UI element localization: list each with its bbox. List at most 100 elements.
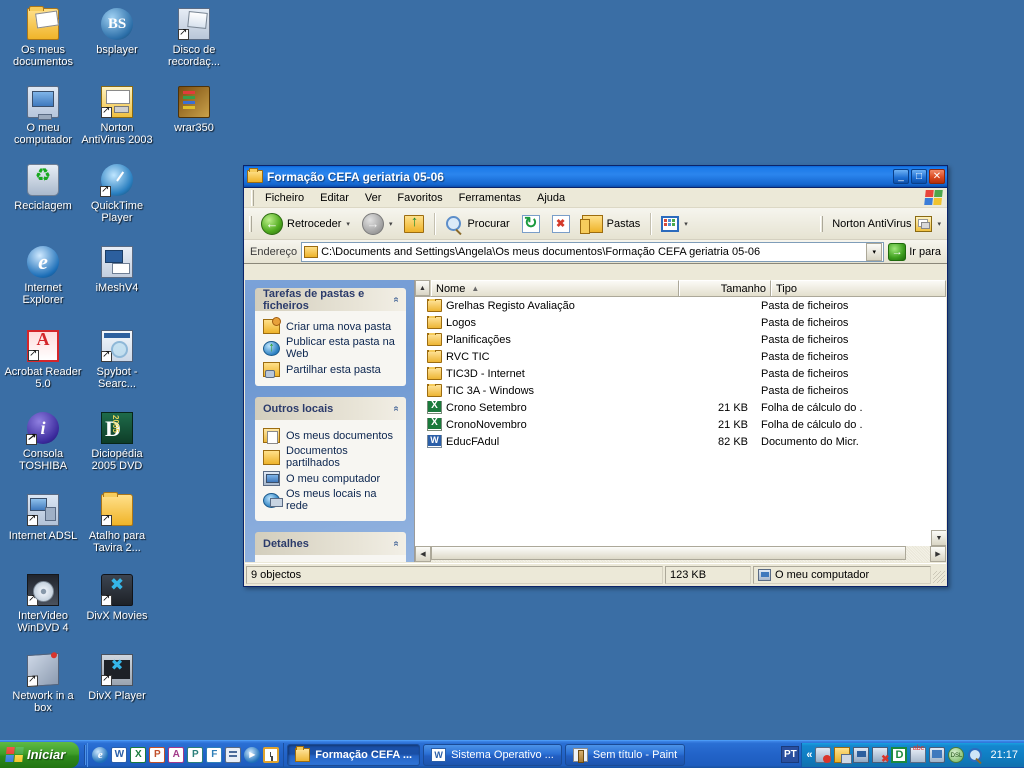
network-shield-icon[interactable] — [815, 746, 832, 763]
desktop-icon-norton-antivirus-2003[interactable]: Norton AntiVirus 2003 — [78, 86, 156, 146]
file-name-cell[interactable]: Grelhas Registo Avaliação — [415, 299, 663, 312]
refresh-button[interactable] — [516, 211, 546, 237]
minimize-button[interactable]: _ — [893, 169, 909, 184]
norton-dropdown-caret[interactable]: ▾ — [937, 220, 941, 228]
table-row[interactable]: Crono Setembro 21 KB Folha de cálculo do . — [415, 399, 930, 416]
resize-grip[interactable] — [933, 571, 945, 583]
desktop-icon-atalho-para-tavira-2[interactable]: Atalho para Tavira 2... — [78, 492, 156, 554]
diciopedia-tray-icon[interactable]: D — [891, 746, 908, 763]
desktop-icon-internet-adsl[interactable]: Internet ADSL — [4, 494, 82, 542]
menu-item-favoritos[interactable]: Favoritos — [389, 190, 450, 206]
column-headers[interactable]: Nome ▲ Tamanho Tipo — [431, 280, 946, 297]
standard-toolbar[interactable]: ← Retroceder ▾ → ▾ Procurar Pastas ▾ — [244, 208, 947, 240]
address-bar[interactable]: Endereço C:\Documents and Settings\Angel… — [244, 240, 947, 264]
taskbar-window-button[interactable]: Formação CEFA ... — [287, 743, 421, 766]
maximize-button[interactable]: □ — [911, 169, 927, 184]
menu-bar[interactable]: Ficheiro Editar Ver Favoritos Ferramenta… — [244, 188, 947, 208]
taskbar[interactable]: Iniciar eWXPAPF Formação CEFA ...WSistem… — [0, 740, 1024, 768]
desktop-icon-consola-toshiba[interactable]: i Consola TOSHIBA — [4, 412, 82, 472]
task-panel-header[interactable]: Outros locais « — [255, 397, 406, 420]
magnifier-icon[interactable] — [967, 747, 983, 763]
task-link-publicar-esta-pasta-na-web[interactable]: Publicar esta pasta na Web — [263, 336, 398, 360]
desktop-icon-bsplayer[interactable]: BS bsplayer — [78, 8, 156, 56]
excel-icon[interactable]: X — [130, 746, 147, 763]
toolbar-grip[interactable] — [249, 215, 252, 232]
chevron-up-icon[interactable]: « — [391, 541, 402, 547]
task-buttons[interactable]: Formação CEFA ... W Sistema Operativo ... S… — [284, 743, 781, 766]
explorer-window[interactable]: Formação CEFA geriatria 05-06 _ □ ✕ Fich… — [243, 165, 948, 587]
scroll-down-button[interactable]: ▼ — [931, 530, 946, 546]
file-name-cell[interactable]: Logos — [415, 316, 663, 329]
desktop-icon-spybot-searc[interactable]: Spybot - Searc... — [78, 330, 156, 390]
file-name-cell[interactable]: EducFAdul — [415, 435, 663, 448]
task-link-os-meus-documentos[interactable]: Os meus documentos — [263, 428, 398, 444]
task-panel-header[interactable]: Detalhes « — [255, 532, 406, 555]
table-row[interactable]: TIC 3A - Windows Pasta de ficheiros — [415, 382, 930, 399]
file-name-cell[interactable]: CronoNovembro — [415, 418, 663, 431]
taskbar-window-button[interactable]: W Sistema Operativo ... — [423, 743, 562, 766]
notepad-icon[interactable] — [225, 746, 242, 763]
address-dropdown-button[interactable]: ▾ — [866, 242, 883, 261]
forward-dropdown-caret[interactable]: ▾ — [389, 220, 393, 228]
chevron-up-icon[interactable]: « — [391, 297, 402, 303]
views-button[interactable]: ▾ — [655, 211, 694, 237]
address-input[interactable]: C:\Documents and Settings\Angela\Os meus… — [301, 241, 885, 262]
clock-icon[interactable] — [263, 746, 280, 763]
taskbar-clock[interactable]: 21:17 — [990, 749, 1018, 761]
file-name-cell[interactable]: Planificações — [415, 333, 663, 346]
menu-grip[interactable] — [251, 189, 254, 206]
desktop-icon-imeshv4[interactable]: iMeshV4 — [78, 246, 156, 294]
media-player-icon[interactable] — [244, 746, 261, 763]
menu-item-ver[interactable]: Ver — [357, 190, 390, 206]
task-pane[interactable]: Tarefas de pastas e ficheiros « Criar uma … — [245, 280, 414, 562]
desktop-icon-divx-movies[interactable]: DivX Movies — [78, 574, 156, 622]
powerpoint-icon[interactable]: P — [149, 746, 166, 763]
up-button[interactable] — [398, 211, 430, 237]
desktop-icon-intervideo-windvd-4[interactable]: InterVideo WinDVD 4 — [4, 574, 82, 634]
dsl-status-icon[interactable]: DSL — [948, 746, 965, 763]
forward-button[interactable]: → ▾ — [356, 211, 399, 237]
task-link-criar-uma-nova-pasta[interactable]: Criar uma nova pasta — [263, 317, 398, 334]
menu-item-ferramentas[interactable]: Ferramentas — [451, 190, 529, 206]
scroll-up-button[interactable]: ▲ — [415, 280, 430, 296]
access-icon[interactable]: A — [168, 746, 185, 763]
desktop-icon-divx-player[interactable]: DivX Player — [78, 654, 156, 702]
table-row[interactable]: EducFAdul 82 KB Documento do Micr. — [415, 433, 930, 450]
folders-button[interactable]: Pastas — [576, 211, 647, 237]
publisher-icon[interactable]: P — [187, 746, 204, 763]
file-name-cell[interactable]: TIC3D - Internet — [415, 367, 663, 380]
task-link-o-meu-computador[interactable]: O meu computador — [263, 471, 398, 486]
start-button[interactable]: Iniciar — [0, 741, 80, 768]
desktop-icon-os-meus-documentos[interactable]: Os meus documentos — [4, 6, 82, 68]
word-icon[interactable]: W — [111, 746, 128, 763]
table-row[interactable]: TIC3D - Internet Pasta de ficheiros — [415, 365, 930, 382]
column-header-tipo[interactable]: Tipo — [771, 280, 946, 296]
system-tray[interactable]: « D DSL 21:17 — [801, 742, 1024, 767]
file-name-cell[interactable]: RVC TIC — [415, 350, 663, 363]
internet-explorer-icon[interactable]: e — [92, 746, 109, 763]
menu-item-ficheiro[interactable]: Ficheiro — [257, 190, 312, 206]
language-indicator[interactable]: PT — [781, 746, 800, 763]
desktop-icon-disco-de-recorda[interactable]: Disco de recordaç... — [155, 8, 233, 68]
window-title-bar[interactable]: Formação CEFA geriatria 05-06 _ □ ✕ — [244, 166, 947, 188]
file-list-pane[interactable]: ▲ Nome ▲ Tamanho Tipo Grelhas Registo Avali… — [414, 280, 946, 562]
frontpage-icon[interactable]: F — [206, 746, 223, 763]
task-link-os-meus-locais-na-rede[interactable]: Os meus locais na rede — [263, 488, 398, 512]
stop-button[interactable] — [546, 211, 576, 237]
hscroll-thumb[interactable] — [431, 546, 906, 560]
table-row[interactable]: RVC TIC Pasta de ficheiros — [415, 348, 930, 365]
desktop-icon-wrar350[interactable]: wrar350 — [155, 86, 233, 134]
norton-antivirus-button[interactable]: Norton AntiVirus ▾ — [826, 211, 947, 237]
window-controls[interactable]: _ □ ✕ — [893, 169, 945, 184]
menu-item-ajuda[interactable]: Ajuda — [529, 190, 573, 206]
yellow-window-icon[interactable] — [834, 746, 853, 764]
desktop-icon-quicktime-player[interactable]: QuickTime Player — [78, 164, 156, 224]
hscroll-track[interactable] — [431, 546, 930, 562]
network-connection-icon[interactable] — [853, 746, 870, 763]
task-panel-header[interactable]: Tarefas de pastas e ficheiros « — [255, 288, 406, 312]
table-row[interactable]: Planificações Pasta de ficheiros — [415, 331, 930, 348]
menu-item-editar[interactable]: Editar — [312, 190, 357, 206]
table-row[interactable]: Logos Pasta de ficheiros — [415, 314, 930, 331]
scroll-left-button[interactable]: ◀ — [415, 546, 431, 562]
network-disconnected-icon[interactable] — [872, 746, 889, 765]
